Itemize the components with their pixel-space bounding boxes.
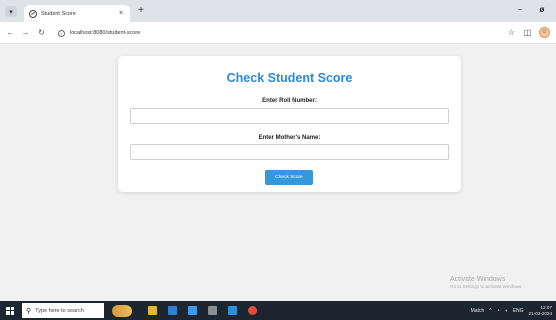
new-tab-button[interactable]: + — [136, 5, 146, 17]
site-info-icon[interactable]: i — [58, 29, 65, 37]
tab-student-score[interactable]: Student Score × — [24, 5, 130, 22]
browser-toolbar: ← → ↻ i localhost:8080/student-score ☆ ◫… — [0, 22, 556, 44]
mother-name-input[interactable] — [130, 144, 449, 160]
mother-name-label: Enter Mother's Name: — [258, 135, 321, 141]
tab-title: Student Score — [41, 10, 76, 17]
taskbar-app[interactable] — [242, 301, 262, 320]
terminal-icon — [207, 306, 217, 315]
search-icon: ⚲ — [26, 307, 32, 315]
start-button[interactable] — [0, 301, 20, 320]
page-viewport: Check Student Score Enter Roll Number: E… — [0, 44, 556, 301]
search-placeholder: Type here to search — [35, 307, 84, 314]
roll-number-label: Enter Roll Number: — [262, 98, 317, 104]
watermark-title: Activate Windows — [450, 276, 506, 283]
tab-search-dropdown-icon[interactable]: ▾ — [5, 6, 17, 17]
check-score-button[interactable]: Check Score — [265, 170, 313, 185]
score-form-card: Check Student Score Enter Roll Number: E… — [118, 56, 461, 192]
taskbar-search[interactable]: ⚲ Type here to search — [22, 303, 104, 318]
reload-icon[interactable]: ↻ — [36, 27, 47, 38]
tab-strip: ▾ Student Score × + − ø — [0, 0, 556, 22]
watermark-subtitle: Go to Settings to activate Windows. — [450, 284, 523, 289]
taskbar-app[interactable] — [182, 301, 202, 320]
tab-close-icon[interactable]: × — [117, 10, 125, 17]
url-text: localhost:8080/student-score — [70, 30, 141, 36]
tray-language[interactable]: ENG — [513, 308, 524, 314]
address-bar[interactable]: i localhost:8080/student-score — [58, 26, 456, 40]
system-tray: Match ^ ◔ ◖ ENG 12:07 21-03-2024 — [466, 301, 552, 320]
tray-match[interactable]: Match — [471, 308, 485, 314]
back-icon[interactable]: ← — [5, 27, 16, 38]
taskbar-app[interactable] — [202, 301, 222, 320]
mail-icon — [187, 306, 197, 315]
widgets-icon[interactable] — [112, 304, 132, 317]
network-icon[interactable]: ◔ — [497, 308, 500, 314]
clock-date: 21-03-2024 — [528, 310, 553, 316]
bookmark-star-icon[interactable]: ☆ — [506, 27, 517, 38]
page-title: Check Student Score — [226, 71, 353, 85]
clock[interactable]: 12:07 21-03-2024 — [529, 305, 553, 317]
profile-avatar-icon[interactable]: ☺ — [539, 27, 550, 38]
windows-logo-icon — [6, 306, 14, 315]
taskbar-app[interactable] — [162, 301, 182, 320]
minimize-button[interactable]: − — [514, 4, 526, 16]
globe-icon — [29, 9, 37, 18]
window-close-button[interactable]: ø — [536, 4, 548, 16]
taskbar-app[interactable] — [142, 301, 162, 320]
chevron-up-icon[interactable]: ^ — [489, 308, 491, 314]
side-panel-icon[interactable]: ◫ — [522, 27, 533, 38]
volume-icon[interactable]: ◖ — [505, 308, 508, 314]
forward-icon[interactable]: → — [20, 27, 31, 38]
file-explorer-icon — [147, 306, 157, 315]
activate-windows-watermark: Activate Windows Go to Settings to activ… — [450, 276, 523, 289]
taskbar: ⚲ Type here to search Match ^ ◔ ◖ ENG 12… — [0, 301, 556, 320]
chrome-icon — [247, 306, 257, 315]
taskbar-app[interactable] — [222, 301, 242, 320]
roll-number-input[interactable] — [130, 108, 449, 124]
store-icon — [167, 306, 177, 315]
vscode-icon — [227, 306, 237, 315]
